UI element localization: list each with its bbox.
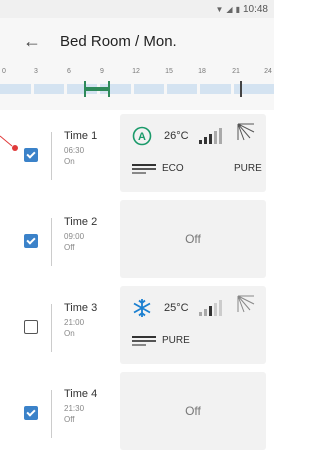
hour-tick: 6	[67, 68, 71, 75]
timer-state: Off	[64, 415, 75, 424]
temperature-label: 26°C	[164, 130, 189, 142]
status-time: 10:48	[242, 3, 268, 15]
status-bar: ▼ ◢ ▮ 10:48	[0, 0, 274, 18]
wifi-icon: ▼	[215, 4, 224, 14]
timeline-segment	[34, 84, 64, 94]
hour-tick: 21	[232, 68, 240, 75]
divider	[51, 132, 52, 180]
timer-state: On	[64, 329, 75, 338]
timer-marker[interactable]	[240, 81, 242, 97]
power-sel-icon	[132, 336, 156, 346]
hour-tick: 3	[34, 68, 38, 75]
timer-settings-card[interactable]: Off	[120, 200, 266, 278]
timeline-track	[0, 81, 274, 97]
off-label: Off	[185, 404, 201, 418]
timer-time: 09:00	[64, 232, 85, 241]
swing-icon	[237, 295, 255, 313]
off-label: Off	[185, 232, 201, 246]
timer-row: Time 1 06:30 On A 26°C ECO PURE	[0, 114, 274, 198]
mode-label: ECO	[162, 163, 184, 174]
hour-ticks: 0 3 6 9 12 15 18 21 24	[0, 68, 274, 80]
hour-tick: 12	[132, 68, 140, 75]
mode-label: PURE	[162, 335, 190, 346]
schedule-timeline: 0 3 6 9 12 15 18 21 24	[0, 64, 274, 110]
timer-marker[interactable]	[84, 81, 86, 97]
cool-mode-icon	[133, 299, 151, 317]
hour-tick: 0	[2, 68, 6, 75]
app-bar: ← Bed Room / Mon.	[0, 18, 274, 64]
divider	[51, 218, 52, 266]
timer-checkbox[interactable]	[24, 406, 38, 420]
on-range-bar	[85, 87, 109, 91]
hour-tick: 15	[165, 68, 173, 75]
timer-row: Time 3 21:00 On 25°C PURE	[0, 286, 274, 370]
auto-mode-icon: A	[132, 126, 152, 146]
temperature-label: 25°C	[164, 302, 189, 314]
timeline-segment	[0, 84, 31, 94]
pure-label: PURE	[234, 163, 262, 174]
timer-state: On	[64, 157, 75, 166]
timer-name: Time 3	[64, 302, 98, 314]
hour-tick: 9	[100, 68, 104, 75]
timer-time: 21:00	[64, 318, 85, 327]
timeline-segment	[167, 84, 197, 94]
fan-speed-icon	[199, 128, 222, 144]
page-title: Bed Room / Mon.	[60, 32, 177, 50]
timeline-segment	[200, 84, 231, 94]
back-arrow-icon: ←	[23, 30, 41, 51]
back-button[interactable]: ←	[14, 23, 50, 59]
timer-settings-card[interactable]: 25°C PURE	[120, 286, 266, 364]
timeline-segment	[134, 84, 164, 94]
timer-time: 21:30	[64, 404, 85, 413]
fan-speed-icon	[199, 300, 222, 316]
timer-name: Time 2	[64, 216, 98, 228]
timer-name: Time 1	[64, 130, 98, 142]
swing-icon	[237, 123, 255, 141]
timer-marker[interactable]	[108, 81, 110, 97]
timer-settings-card[interactable]: A 26°C ECO PURE	[120, 114, 266, 192]
cellular-icon: ◢	[226, 4, 233, 14]
svg-text:A: A	[138, 131, 146, 143]
power-sel-icon	[132, 164, 156, 174]
battery-icon: ▮	[235, 4, 240, 14]
timer-row: Time 2 09:00 Off Off	[0, 200, 274, 284]
divider	[51, 304, 52, 352]
hour-tick: 24	[264, 68, 272, 75]
timer-time: 06:30	[64, 146, 85, 155]
hour-tick: 18	[198, 68, 206, 75]
timer-name: Time 4	[64, 388, 98, 400]
timer-row: Time 4 21:30 Off Off	[0, 372, 274, 450]
divider	[51, 390, 52, 438]
timer-settings-card[interactable]: Off	[120, 372, 266, 450]
timer-checkbox[interactable]	[24, 234, 38, 248]
timer-state: Off	[64, 243, 75, 252]
timer-checkbox[interactable]	[24, 320, 38, 334]
timer-checkbox[interactable]	[24, 148, 38, 162]
